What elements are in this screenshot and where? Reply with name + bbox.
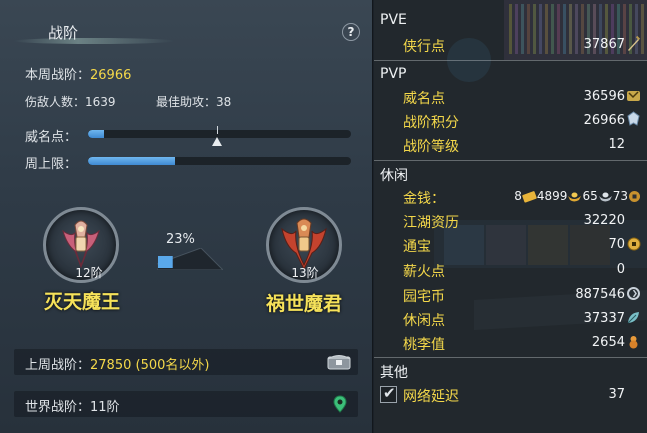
peach-plum-value: 2654 bbox=[591, 335, 625, 350]
rank-progress-indicator bbox=[157, 248, 223, 270]
injured-label: 伤敌人数： bbox=[25, 95, 86, 109]
money-a: 8 bbox=[514, 189, 522, 203]
prestige-label: 威名点： bbox=[25, 130, 78, 145]
section-other: 其他 bbox=[380, 365, 408, 381]
header-decoration bbox=[14, 38, 174, 44]
leisure-points-value: 37337 bbox=[583, 311, 625, 326]
tongbao-value: 70 bbox=[608, 237, 625, 252]
next-rank-level: 13阶 bbox=[291, 266, 319, 280]
gourd-icon bbox=[629, 336, 638, 349]
tongbao-coin-icon bbox=[627, 237, 641, 251]
divider bbox=[374, 60, 647, 61]
checkmark-icon: ✔ bbox=[383, 384, 396, 402]
weekly-cap-label: 周上限： bbox=[25, 157, 78, 172]
leaf-icon bbox=[627, 312, 639, 324]
prestige-points-value: 36596 bbox=[583, 89, 625, 104]
money-value: 8 4899 65 73 bbox=[514, 189, 641, 203]
jianghu-experience-value: 32220 bbox=[583, 213, 625, 228]
panel-header: 战阶 ? bbox=[0, 0, 373, 52]
weekly-rank: 本周战阶：26966 bbox=[25, 64, 131, 83]
assist-label: 最佳助攻： bbox=[156, 95, 217, 109]
prestige-bar-fill bbox=[88, 130, 104, 138]
help-button[interactable]: ? bbox=[342, 23, 360, 41]
garden-coin-icon bbox=[627, 287, 640, 300]
sword-icon bbox=[628, 36, 641, 51]
best-assist: 最佳助攻：38 bbox=[156, 93, 231, 110]
assist-value: 38 bbox=[216, 95, 232, 109]
prestige-icon bbox=[627, 91, 640, 101]
money-label: 金钱： bbox=[403, 191, 445, 207]
weekly-rank-label: 本周战阶： bbox=[25, 68, 91, 83]
section-pvp: PVP bbox=[380, 66, 407, 82]
rank-progress-percent: 23% bbox=[166, 232, 195, 247]
divider bbox=[374, 357, 647, 358]
rank-progress-fill bbox=[158, 256, 173, 268]
last-week-label: 上周战阶： bbox=[25, 358, 91, 373]
last-week-rank: 上周战阶：27850 (500名以外) bbox=[25, 354, 209, 373]
location-pin-icon[interactable] bbox=[333, 395, 347, 413]
prestige-cap-marker bbox=[211, 137, 222, 146]
current-rank-level: 12阶 bbox=[75, 266, 103, 280]
world-rank-label: 世界战阶： bbox=[25, 400, 91, 415]
rank-level-label: 战阶等级 bbox=[403, 139, 459, 155]
peach-plum-label: 桃李值 bbox=[403, 337, 445, 353]
current-rank-name: 灭天魔王 bbox=[43, 291, 120, 313]
rank-crest-icon bbox=[627, 111, 640, 126]
money-b: 4899 bbox=[536, 189, 568, 203]
weekly-cap-bar bbox=[88, 157, 351, 165]
money-c: 65 bbox=[582, 189, 598, 203]
section-leisure: 休闲 bbox=[380, 168, 408, 184]
network-latency-checkbox[interactable]: ✔ bbox=[380, 384, 397, 403]
world-rank: 世界战阶：11阶 bbox=[25, 396, 120, 415]
fire-points-label: 薪火点 bbox=[403, 264, 445, 280]
xiaxing-points-value: 37867 bbox=[583, 37, 625, 52]
silver-yuanbao-icon bbox=[598, 192, 612, 202]
section-pve: PVE bbox=[380, 12, 407, 28]
injured-value: 1639 bbox=[85, 95, 116, 109]
last-week-value: 27850 (500名以外) bbox=[90, 358, 210, 373]
prestige-cap-line bbox=[216, 126, 218, 134]
fire-points-value: 0 bbox=[616, 262, 625, 277]
rank-score-value: 26966 bbox=[583, 113, 625, 128]
network-latency-label: 网络延迟 bbox=[403, 389, 459, 405]
garden-coin-label: 园宅币 bbox=[403, 289, 445, 305]
prestige-points-label: 威名点 bbox=[403, 91, 445, 107]
tongbao-label: 通宝 bbox=[403, 239, 431, 255]
reward-chest-icon[interactable] bbox=[327, 352, 351, 370]
currency-panel: PVE 侠行点 37867 PVP 威名点 36596 战阶积分 26966 战… bbox=[374, 0, 647, 433]
divider bbox=[374, 160, 647, 161]
weekly-rank-value: 26966 bbox=[90, 68, 132, 83]
network-latency-value: 37 bbox=[608, 387, 625, 402]
gold-yuanbao-icon bbox=[568, 192, 582, 202]
leisure-points-label: 休闲点 bbox=[403, 313, 445, 329]
rank-panel: 战阶 ? 本周战阶：26966 伤敌人数：1639 最佳助攻：38 威名点： 周… bbox=[0, 0, 373, 433]
jianghu-experience-label: 江湖资历 bbox=[403, 215, 459, 231]
world-rank-value: 11阶 bbox=[90, 400, 120, 415]
rank-score-label: 战阶积分 bbox=[403, 115, 459, 131]
next-rank-name: 祸世魔君 bbox=[265, 293, 342, 315]
copper-coin-icon bbox=[629, 191, 640, 202]
garden-coin-value: 887546 bbox=[575, 287, 625, 302]
panel-title: 战阶 bbox=[48, 24, 79, 42]
rank-level-value: 12 bbox=[608, 137, 625, 152]
injured-count: 伤敌人数：1639 bbox=[25, 93, 116, 110]
gold-ingot-icon bbox=[522, 191, 537, 203]
weekly-cap-bar-fill bbox=[88, 157, 175, 165]
money-d: 73 bbox=[612, 189, 628, 203]
xiaxing-points-label: 侠行点 bbox=[403, 39, 445, 55]
